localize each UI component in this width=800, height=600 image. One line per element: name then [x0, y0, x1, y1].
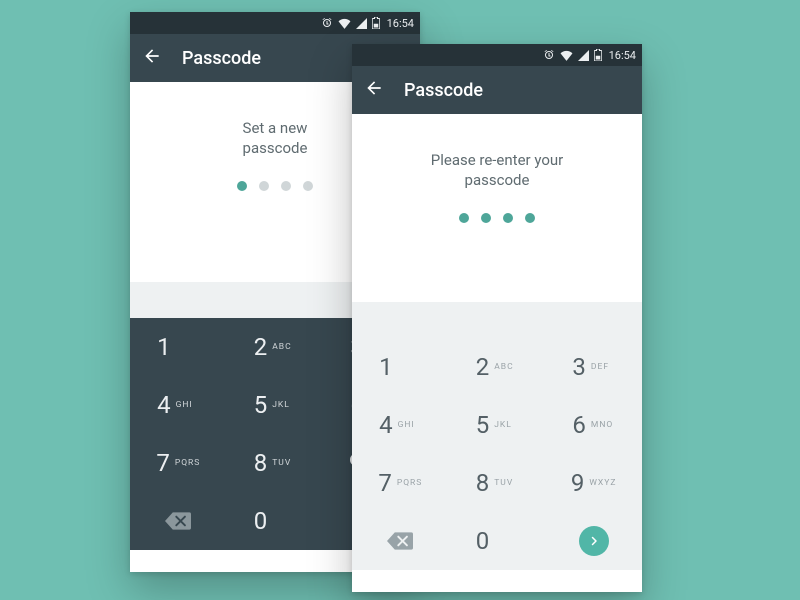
page-title: Passcode [404, 80, 483, 101]
battery-icon [594, 49, 602, 61]
key-3[interactable]: 3DEF [545, 338, 642, 396]
passcode-dot [237, 181, 247, 191]
chevron-right-icon [579, 526, 609, 556]
key-5[interactable]: 5JKL [449, 396, 546, 454]
phone-screen-reenter-passcode: 16:54 Passcode Please re-enter your pass… [352, 44, 642, 592]
signal-icon [578, 50, 589, 61]
passcode-dots [352, 213, 642, 223]
passcode-dot [303, 181, 313, 191]
wifi-icon [560, 50, 573, 61]
battery-icon [372, 17, 380, 29]
key-8[interactable]: 8TUV [227, 434, 324, 492]
backspace-key[interactable] [130, 492, 227, 550]
key-0[interactable]: 0 [227, 492, 324, 550]
go-button[interactable] [545, 512, 642, 570]
key-4[interactable]: 4GHI [352, 396, 449, 454]
key-2[interactable]: 2ABC [227, 318, 324, 376]
key-2[interactable]: 2ABC [449, 338, 546, 396]
backspace-key[interactable] [352, 512, 449, 570]
status-bar: 16:54 [352, 44, 642, 66]
key-7[interactable]: 7PQRS [130, 434, 227, 492]
key-0[interactable]: 0 [449, 512, 546, 570]
signal-icon [356, 18, 367, 29]
key-6[interactable]: 6MNO [545, 396, 642, 454]
status-time: 16:54 [387, 17, 414, 30]
backspace-icon [165, 512, 191, 530]
backspace-icon [387, 532, 413, 550]
app-bar: Passcode [352, 66, 642, 114]
wifi-icon [338, 18, 351, 29]
passcode-dot [459, 213, 469, 223]
key-8[interactable]: 8TUV [449, 454, 546, 512]
passcode-dot [259, 181, 269, 191]
prompt-area: Please re-enter your passcode [352, 114, 642, 302]
key-4[interactable]: 4GHI [130, 376, 227, 434]
passcode-dot [481, 213, 491, 223]
back-icon[interactable] [364, 78, 384, 102]
prompt-text: Please re-enter your passcode [352, 150, 642, 191]
alarm-icon [543, 49, 555, 61]
passcode-dot [503, 213, 513, 223]
key-9[interactable]: 9WXYZ [545, 454, 642, 512]
status-time: 16:54 [609, 49, 636, 62]
alarm-icon [321, 17, 333, 29]
divider-band [352, 302, 642, 338]
key-7[interactable]: 7PQRS [352, 454, 449, 512]
passcode-dot [525, 213, 535, 223]
key-5[interactable]: 5JKL [227, 376, 324, 434]
key-1[interactable]: 1 [352, 338, 449, 396]
status-bar: 16:54 [130, 12, 420, 34]
back-icon[interactable] [142, 46, 162, 70]
page-title: Passcode [182, 48, 261, 69]
key-1[interactable]: 1 [130, 318, 227, 376]
passcode-dot [281, 181, 291, 191]
keypad: 1 2ABC 3DEF 4GHI 5JKL 6MNO 7PQRS 8TUV 9W… [352, 338, 642, 570]
